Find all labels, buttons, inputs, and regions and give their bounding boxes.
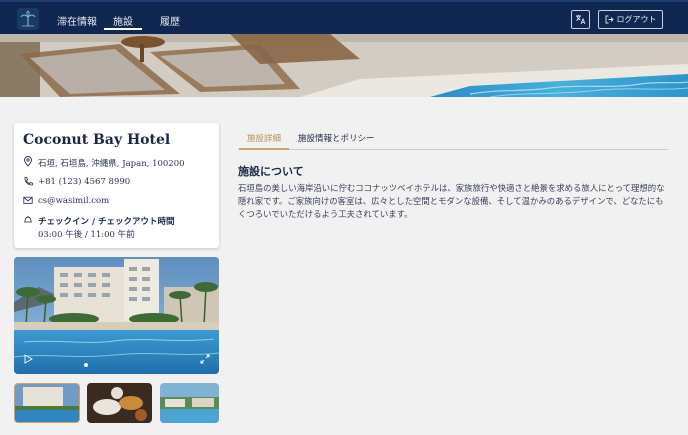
mail-icon [23, 196, 33, 204]
checkin-label: チェックイン / チェックアウト時間 [38, 217, 175, 227]
hero-image [0, 34, 688, 97]
tab-facility-policy[interactable]: 施設情報とポリシー [298, 132, 375, 144]
logout-icon [605, 15, 614, 24]
gallery-thumbnail-2[interactable] [87, 383, 152, 423]
expand-icon[interactable] [200, 354, 210, 364]
tab-facility-details[interactable]: 施設詳細 [238, 132, 290, 150]
about-description: 石垣島の美しい海岸沿いに佇むココナッツベイホテルは、家族旅行や快適さと絶景を求め… [238, 183, 665, 219]
gallery-thumbnail-3[interactable] [160, 383, 219, 423]
gallery-thumbnail-1[interactable] [14, 383, 80, 423]
hotel-info-card: Coconut Bay Hotel 石垣, 石垣島, 沖縄県, Japan, 1… [14, 123, 219, 248]
location-pin-icon [24, 156, 32, 167]
gallery-main-image[interactable] [14, 257, 219, 374]
facility-tabs: 施設詳細 施設情報とポリシー [238, 126, 668, 150]
bell-icon [24, 216, 32, 223]
logout-button[interactable]: ログアウト [598, 10, 663, 29]
email-text[interactable]: cs@wasimil.com [38, 196, 109, 206]
phone-icon [24, 177, 33, 186]
play-icon[interactable] [23, 354, 33, 364]
hotel-name: Coconut Bay Hotel [23, 132, 171, 148]
gallery-dot[interactable] [84, 363, 88, 367]
translate-icon [576, 15, 586, 25]
address-text: 石垣, 石垣島, 沖縄県, Japan, 100200 [38, 159, 185, 169]
checkin-time: 03:00 午後 / 11:00 午前 [38, 230, 135, 240]
about-title: 施設について [238, 165, 304, 178]
nav-item-stay-info[interactable]: 滞在情報 [57, 13, 97, 28]
translate-button[interactable] [571, 10, 590, 29]
nav-item-facility[interactable]: 施設 [104, 13, 142, 30]
phone-text[interactable]: +81 (123) 4567 8990 [38, 177, 130, 187]
logo-icon[interactable] [17, 8, 39, 30]
top-navigation-bar: 滞在情報 施設 履歴 ログアウト [0, 0, 688, 34]
logout-label: ログアウト [616, 15, 657, 24]
nav-item-history[interactable]: 履歴 [160, 13, 180, 28]
